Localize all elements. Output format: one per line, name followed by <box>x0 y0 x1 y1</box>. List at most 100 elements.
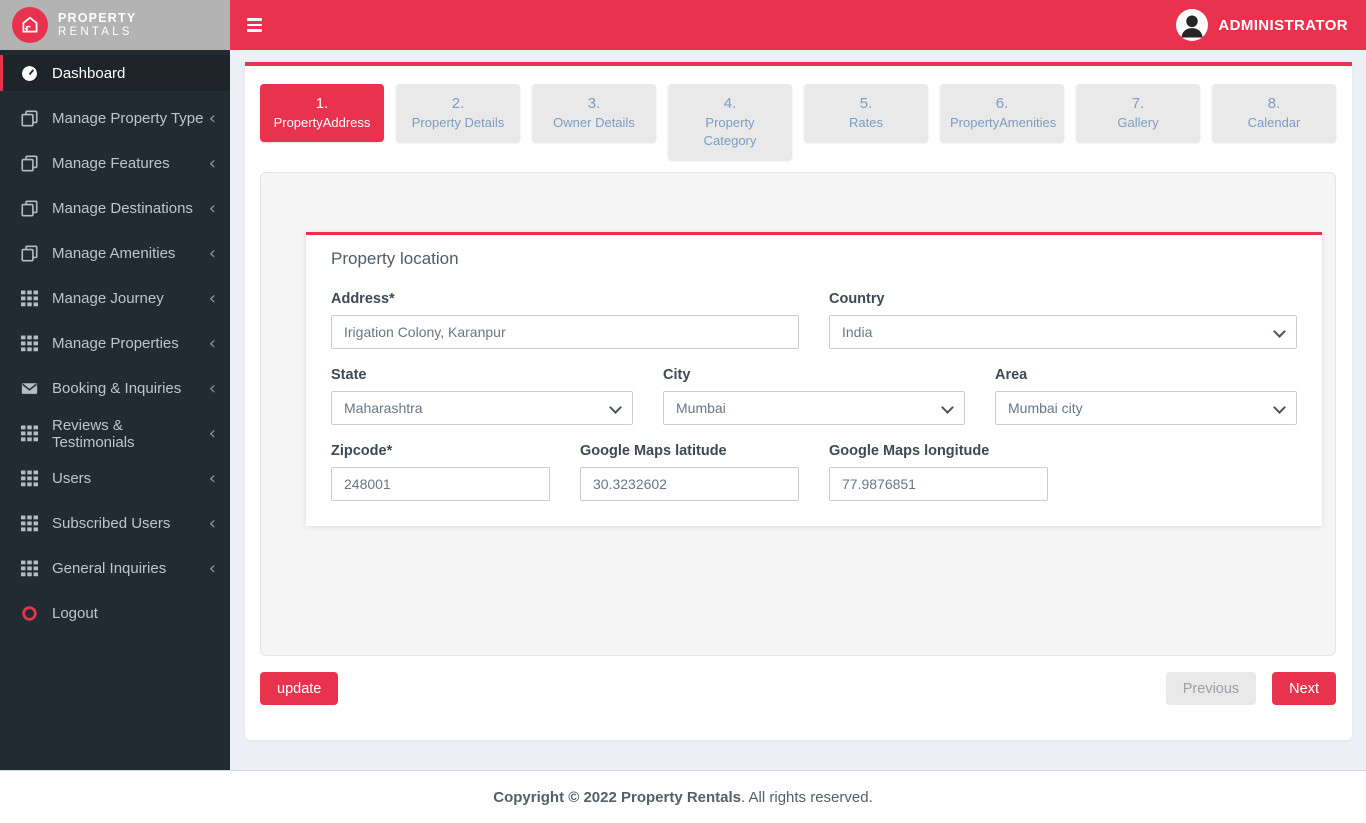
sidebar-item-label: Manage Destinations <box>52 200 193 217</box>
logout-ring-icon <box>20 605 38 623</box>
latitude-input[interactable] <box>580 467 799 502</box>
main-column: ADMINISTRATOR 1. PropertyAddress 2. Prop… <box>230 0 1366 770</box>
user-menu[interactable]: ADMINISTRATOR <box>1176 9 1348 41</box>
sidebar-item-label: Booking & Inquiries <box>52 380 182 397</box>
sidebar-item-label: Subscribed Users <box>52 515 171 532</box>
state-label: State <box>331 367 367 384</box>
copy-icon <box>20 155 38 173</box>
city-select[interactable]: Mumbai <box>663 391 965 426</box>
chevron-left-icon: ‹ <box>208 422 216 444</box>
state-select[interactable]: Maharashtra <box>331 391 633 426</box>
wizard-step-3-owner-details[interactable]: 3. Owner Details <box>532 84 656 143</box>
step-label: Owner Details <box>553 115 635 130</box>
chevron-left-icon: ‹ <box>208 152 216 174</box>
country-select-wrap: India <box>829 315 1297 350</box>
previous-button[interactable]: Previous <box>1165 672 1257 706</box>
grid-icon <box>20 515 38 533</box>
sidebar-item-manage-journey[interactable]: Manage Journey ‹ <box>0 276 230 321</box>
brand-line2: RENTALS <box>58 25 133 38</box>
sidebar-item-dashboard[interactable]: Dashboard <box>0 55 230 91</box>
sidebar-item-booking-inquiries[interactable]: Booking & Inquiries ‹ <box>0 366 230 411</box>
area-select[interactable]: Mumbai city <box>995 391 1297 426</box>
top-region: PROPERTY RENTALS Dashboard Manage Proper… <box>0 0 1366 770</box>
app-layout: PROPERTY RENTALS Dashboard Manage Proper… <box>0 0 1366 823</box>
footer-copyright-bold: Copyright © 2022 Property Rentals <box>493 788 742 806</box>
wizard-step-1-property-address[interactable]: 1. PropertyAddress <box>260 84 384 143</box>
copy-icon <box>20 110 38 128</box>
sidebar-item-manage-features[interactable]: Manage Features ‹ <box>0 141 230 186</box>
chevron-left-icon: ‹ <box>208 197 216 219</box>
logo-house-icon <box>12 7 48 43</box>
city-select-wrap: Mumbai <box>663 391 965 426</box>
sidebar-item-general-inquiries[interactable]: General Inquiries ‹ <box>0 546 230 591</box>
country-label: Country <box>829 291 885 308</box>
state-select-wrap: Maharashtra <box>331 391 633 426</box>
hamburger-menu-icon[interactable] <box>245 14 264 36</box>
country-select[interactable]: India <box>829 315 1297 350</box>
grid-icon <box>20 290 38 308</box>
zipcode-label: Zipcode* <box>331 443 393 460</box>
sidebar-nav: Dashboard Manage Property Type ‹ Manage … <box>0 50 230 636</box>
address-input[interactable] <box>331 315 799 350</box>
wizard-step-4-property-category[interactable]: 4. Property Category <box>668 84 792 161</box>
step-number: 5. <box>859 95 873 112</box>
content-wrapper: 1. PropertyAddress 2. Property Details 3… <box>245 62 1352 740</box>
sidebar-item-manage-properties[interactable]: Manage Properties ‹ <box>0 321 230 366</box>
update-button[interactable]: update <box>260 672 339 706</box>
sidebar-item-label: General Inquiries <box>52 560 167 577</box>
topbar: ADMINISTRATOR <box>230 0 1366 50</box>
sidebar-item-users[interactable]: Users ‹ <box>0 456 230 501</box>
chevron-left-icon: ‹ <box>208 107 216 129</box>
step-number: 3. <box>587 95 601 112</box>
wizard-step-6-property-amenities[interactable]: 6. PropertyAmenities <box>940 84 1064 143</box>
sidebar-item-subscribed-users[interactable]: Subscribed Users ‹ <box>0 501 230 546</box>
wizard-step-7-gallery[interactable]: 7. Gallery <box>1076 84 1200 143</box>
step-label: PropertyAddress <box>273 115 371 130</box>
sidebar-item-label: Manage Property Type <box>52 110 204 127</box>
dashboard-icon <box>20 64 38 82</box>
step-number: 1. <box>315 95 329 112</box>
wizard-step-5-rates[interactable]: 5. Rates <box>804 84 928 143</box>
brand-logo[interactable]: PROPERTY RENTALS <box>0 0 230 50</box>
step-label: Property Category <box>703 115 757 149</box>
sidebar-item-logout[interactable]: Logout <box>0 591 230 636</box>
copy-icon <box>20 200 38 218</box>
grid-icon <box>20 335 38 353</box>
step-number: 8. <box>1267 95 1281 112</box>
state-field-group: State Maharashtra <box>331 367 633 426</box>
chevron-left-icon: ‹ <box>208 557 216 579</box>
sidebar-item-label: Dashboard <box>52 64 126 82</box>
address-label: Address* <box>331 291 395 308</box>
longitude-input[interactable] <box>829 467 1048 502</box>
step-panel: Property location Address* Country <box>260 172 1336 657</box>
wizard-step-8-calendar[interactable]: 8. Calendar <box>1212 84 1336 143</box>
chevron-left-icon: ‹ <box>208 512 216 534</box>
area-field-group: Area Mumbai city <box>995 367 1297 426</box>
step-label: Rates <box>849 115 883 130</box>
step-label: Calendar <box>1247 115 1301 130</box>
chevron-left-icon: ‹ <box>208 377 216 399</box>
sidebar-item-reviews-testimonials[interactable]: Reviews & Testimonials ‹ <box>0 411 230 456</box>
sidebar-item-manage-destinations[interactable]: Manage Destinations ‹ <box>0 186 230 231</box>
grid-icon <box>20 425 38 443</box>
sidebar-item-manage-amenities[interactable]: Manage Amenities ‹ <box>0 231 230 276</box>
wizard-step-2-property-details[interactable]: 2. Property Details <box>396 84 520 143</box>
chevron-left-icon: ‹ <box>208 467 216 489</box>
next-button[interactable]: Next <box>1272 672 1336 706</box>
zipcode-input[interactable] <box>331 467 550 502</box>
address-field-group: Address* <box>331 291 799 350</box>
longitude-field-group: Google Maps longitude <box>829 443 1048 502</box>
brand-name: PROPERTY RENTALS <box>58 11 136 39</box>
step-label: Gallery <box>1117 115 1159 130</box>
property-location-card: Property location Address* Country <box>306 232 1322 527</box>
wizard-steps: 1. PropertyAddress 2. Property Details 3… <box>260 84 1336 161</box>
area-select-wrap: Mumbai city <box>995 391 1297 426</box>
chevron-left-icon: ‹ <box>208 332 216 354</box>
sidebar-item-label: Manage Features <box>52 155 170 172</box>
sidebar-item-label: Reviews & Testimonials <box>52 416 135 451</box>
step-number: 6. <box>995 95 1009 112</box>
sidebar-item-manage-property-type[interactable]: Manage Property Type ‹ <box>0 96 230 141</box>
content-area: 1. PropertyAddress 2. Property Details 3… <box>230 50 1366 770</box>
form-title: Property location <box>331 249 459 269</box>
sidebar-item-label: Manage Journey <box>52 290 164 307</box>
